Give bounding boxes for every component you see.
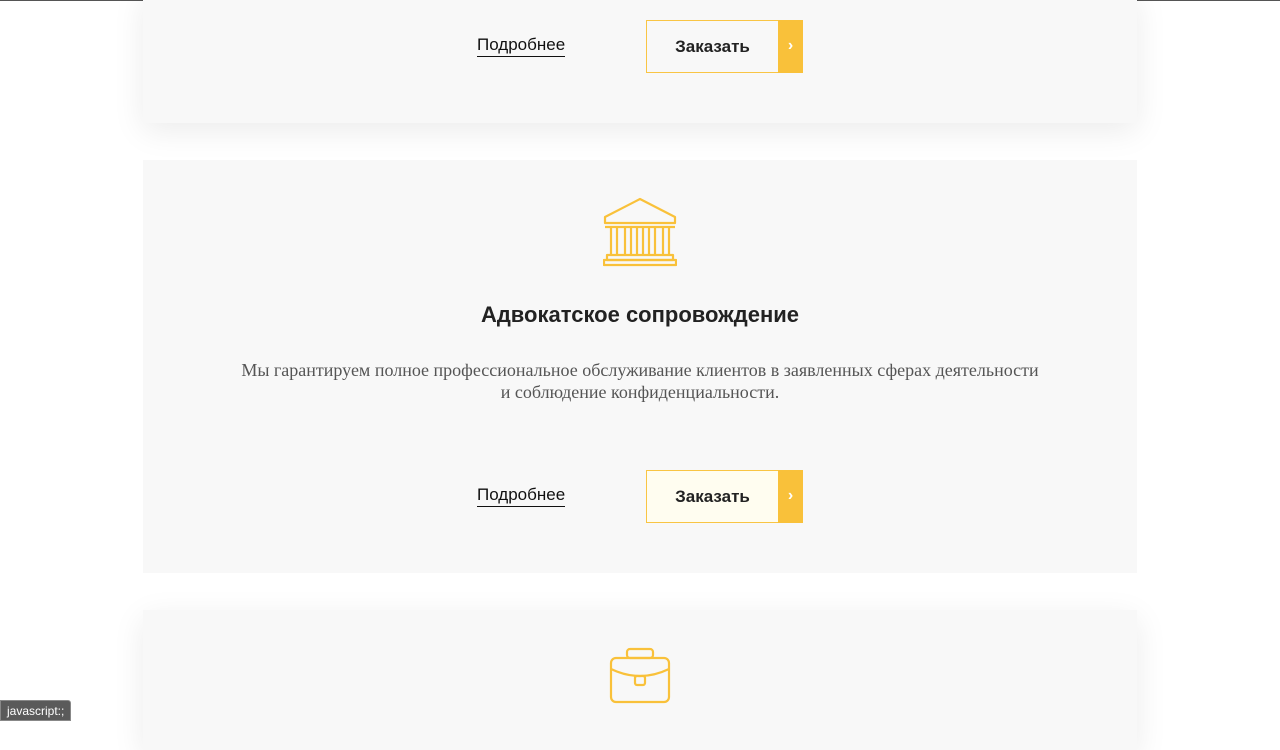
card-description-line-1: Мы гарантируем полное профессиональное о… — [241, 360, 1038, 380]
service-card-3 — [143, 610, 1137, 750]
card-title: Адвокатское сопровождение — [143, 300, 1137, 330]
card-description-line-2: и соблюдение конфиденциальности. — [501, 382, 779, 402]
briefcase-icon — [609, 647, 671, 707]
card-actions: Подробнее Заказать › — [143, 20, 1137, 73]
browser-status-bar: javascript:; — [0, 700, 71, 721]
chevron-right-icon: › — [778, 470, 803, 523]
more-link[interactable]: Подробнее — [477, 485, 565, 507]
card-description: Мы гарантируем полное профессиональное о… — [203, 359, 1077, 403]
courthouse-icon — [603, 197, 677, 267]
order-button[interactable]: Заказать › — [646, 470, 803, 523]
card-actions: Подробнее Заказать › — [143, 470, 1137, 523]
order-button-label: Заказать — [647, 471, 778, 522]
service-card-1: Подробнее Заказать › — [143, 0, 1137, 123]
service-card-legal-support: Адвокатское сопровождение Мы гарантируем… — [143, 160, 1137, 573]
chevron-right-icon: › — [778, 20, 803, 73]
more-link[interactable]: Подробнее — [477, 35, 565, 57]
order-button[interactable]: Заказать › — [646, 20, 803, 73]
order-button-label: Заказать — [647, 21, 778, 72]
